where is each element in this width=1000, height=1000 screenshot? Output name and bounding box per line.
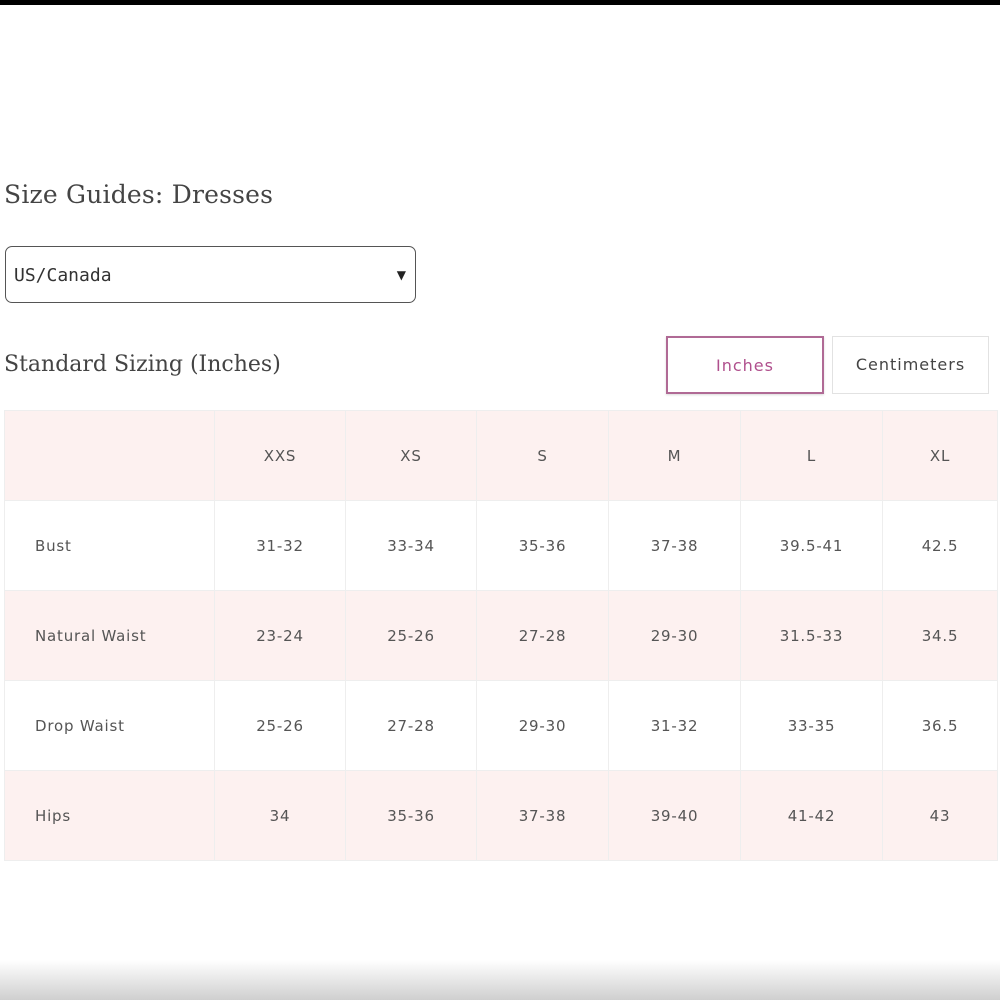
region-select[interactable]: US/Canada ▼ bbox=[5, 246, 416, 303]
inches-button[interactable]: Inches bbox=[666, 336, 824, 394]
size-header-xxs: XXS bbox=[214, 410, 346, 501]
table-cell: 23-24 bbox=[214, 590, 346, 681]
table-cell: 25-26 bbox=[214, 680, 346, 771]
page-title: Size Guides: Dresses bbox=[4, 180, 274, 209]
table-cell: 35-36 bbox=[345, 770, 477, 861]
table-cell: 39.5-41 bbox=[740, 500, 883, 591]
table-cell: 29-30 bbox=[608, 590, 741, 681]
dropdown-arrow-icon: ▼ bbox=[396, 268, 406, 282]
region-select-value: US/Canada bbox=[14, 265, 112, 286]
row-label: Drop Waist bbox=[4, 680, 215, 771]
table-cell: 42.5 bbox=[882, 500, 998, 591]
table-cell: 37-38 bbox=[608, 500, 741, 591]
size-header-s: S bbox=[476, 410, 609, 501]
row-label: Natural Waist bbox=[4, 590, 215, 681]
table-cell: 41-42 bbox=[740, 770, 883, 861]
table-cell: 29-30 bbox=[476, 680, 609, 771]
table-cell: 31.5-33 bbox=[740, 590, 883, 681]
table-cell: 34.5 bbox=[882, 590, 998, 681]
table-cell: 36.5 bbox=[882, 680, 998, 771]
table-cell: 35-36 bbox=[476, 500, 609, 591]
table-header-row: XXS XS S M L XL bbox=[4, 410, 998, 501]
table-cell: 31-32 bbox=[214, 500, 346, 591]
section-title: Standard Sizing (Inches) bbox=[4, 352, 281, 377]
table-row-drop-waist: Drop Waist 25-26 27-28 29-30 31-32 33-35… bbox=[4, 680, 998, 771]
table-cell: 33-35 bbox=[740, 680, 883, 771]
table-cell: 31-32 bbox=[608, 680, 741, 771]
table-cell: 25-26 bbox=[345, 590, 477, 681]
row-label: Bust bbox=[4, 500, 215, 591]
size-header-xl: XL bbox=[882, 410, 998, 501]
top-border bbox=[0, 0, 1000, 5]
size-table: XXS XS S M L XL Bust 31-32 33-34 35-36 3… bbox=[4, 410, 998, 861]
row-label: Hips bbox=[4, 770, 215, 861]
table-cell: 43 bbox=[882, 770, 998, 861]
centimeters-button[interactable]: Centimeters bbox=[832, 336, 989, 394]
table-row-natural-waist: Natural Waist 23-24 25-26 27-28 29-30 31… bbox=[4, 590, 998, 681]
table-row-bust: Bust 31-32 33-34 35-36 37-38 39.5-41 42.… bbox=[4, 500, 998, 591]
table-cell: 27-28 bbox=[345, 680, 477, 771]
size-header-m: M bbox=[608, 410, 741, 501]
table-row-hips: Hips 34 35-36 37-38 39-40 41-42 43 bbox=[4, 770, 998, 861]
table-cell: 27-28 bbox=[476, 590, 609, 681]
bottom-fade bbox=[0, 960, 1000, 1000]
table-cell: 39-40 bbox=[608, 770, 741, 861]
table-cell: 33-34 bbox=[345, 500, 477, 591]
header-corner-cell bbox=[4, 410, 215, 501]
size-header-xs: XS bbox=[345, 410, 477, 501]
size-header-l: L bbox=[740, 410, 883, 501]
table-cell: 34 bbox=[214, 770, 346, 861]
table-cell: 37-38 bbox=[476, 770, 609, 861]
